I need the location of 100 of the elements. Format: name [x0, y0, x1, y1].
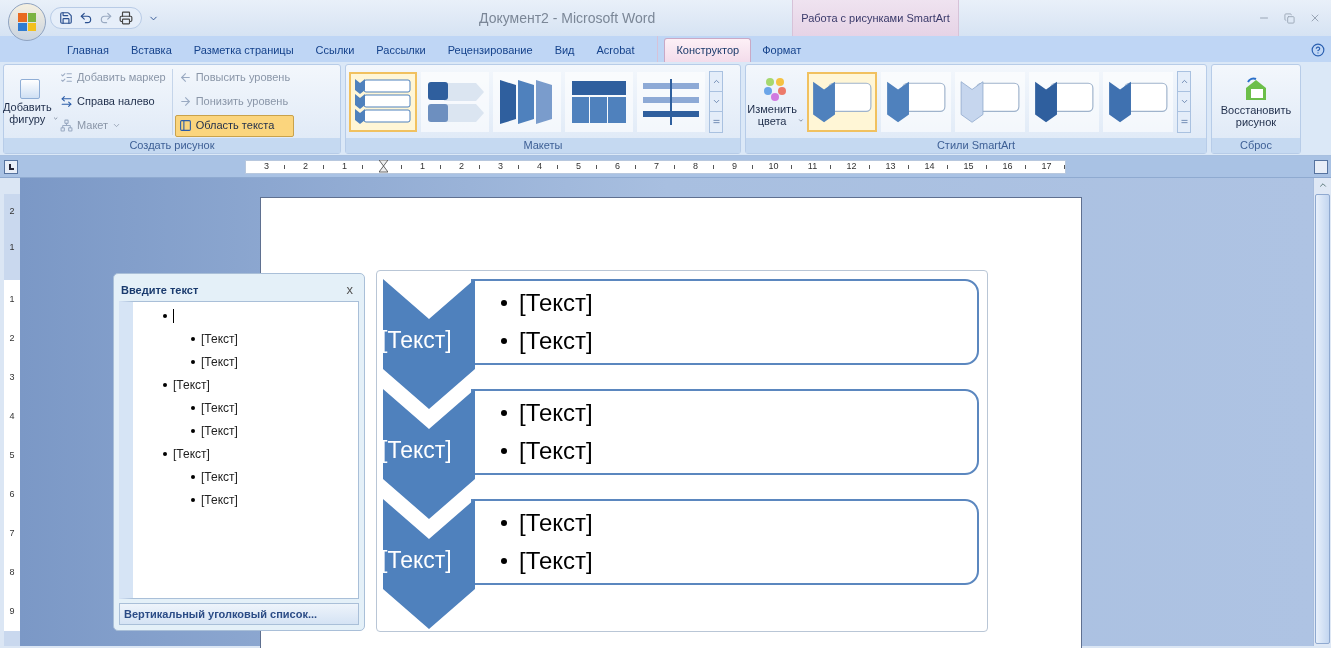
bullet-text: [Текст]: [501, 394, 977, 432]
gallery-item[interactable]: [807, 71, 877, 132]
text-pane-item[interactable]: [Текст]: [133, 419, 358, 442]
ruler-number: 2: [9, 205, 15, 219]
ruler-number: 5: [576, 159, 581, 173]
group-label: Создать рисунок: [4, 138, 340, 153]
gallery-scrollbar[interactable]: [1177, 70, 1191, 133]
text-pane-item[interactable]: [Текст]: [133, 465, 358, 488]
gallery-item[interactable]: [493, 71, 561, 132]
ribbon-tab[interactable]: Формат: [751, 38, 813, 62]
scroll-up-icon[interactable]: [1317, 180, 1328, 190]
text-pane-item[interactable]: [Текст]: [133, 396, 358, 419]
ruler-number: 13: [885, 159, 896, 173]
style-thumbnail-icon: [958, 79, 1022, 124]
layout-thumbnail-icon: [640, 76, 702, 127]
gallery-item[interactable]: [1103, 71, 1173, 132]
ruler-number: 1: [9, 292, 15, 306]
print-icon[interactable]: [119, 11, 133, 25]
gallery-item[interactable]: [637, 71, 705, 132]
ruler-number: 2: [9, 331, 15, 345]
caret-icon: [112, 121, 122, 130]
ribbon-tab[interactable]: Рассылки: [365, 38, 437, 62]
change-colors-button[interactable]: Изменить цвета: [746, 76, 804, 127]
arrow-right-icon: [178, 95, 192, 108]
arrow-left-icon: [178, 71, 192, 84]
bullet-text: [Текст]: [501, 284, 977, 322]
ruler-number: 7: [654, 159, 659, 173]
ribbon-tab[interactable]: Рецензирование: [436, 38, 544, 62]
gallery-scrollbar[interactable]: [709, 70, 723, 133]
text-pane-editor[interactable]: [Текст] [Текст] [Текст] [Текст] [Текст] [Текст] [Текст] [Текст]: [119, 301, 359, 599]
ruler-number: 7: [9, 526, 15, 540]
shape-icon: [20, 78, 40, 99]
gallery-item[interactable]: [1029, 71, 1099, 132]
bullet-text: [Текст]: [501, 432, 977, 470]
list-icon: [60, 71, 73, 84]
style-thumbnail-icon: [1106, 79, 1170, 124]
ruler-number: 8: [693, 159, 698, 173]
ruler-number: 9: [9, 604, 15, 618]
panel-icon: [178, 119, 192, 132]
style-thumbnail-icon: [810, 79, 874, 124]
tab-selector-icon[interactable]: [4, 159, 18, 174]
ribbon-tab[interactable]: Вид: [543, 38, 586, 62]
ruler-number: 14: [924, 159, 935, 173]
ribbon-tab[interactable]: Разметка страницы: [182, 38, 305, 62]
vertical-scrollbar[interactable]: [1313, 178, 1331, 646]
ribbon-command[interactable]: Область текста: [174, 114, 295, 137]
ruler-number: 1: [342, 159, 347, 173]
indent-marker-icon[interactable]: [379, 160, 388, 173]
style-thumbnail-icon: [884, 79, 948, 124]
ribbon-tab[interactable]: Acrobat: [585, 38, 646, 62]
ruler-number: 2: [459, 159, 464, 173]
hierarchy-icon: [60, 119, 73, 132]
ruler-number: 5: [9, 448, 15, 462]
text-pane-item[interactable]: [Текст]: [133, 350, 358, 373]
add-shape-button[interactable]: Добавить фигуру: [4, 78, 56, 125]
text-pane-item[interactable]: [Текст]: [133, 327, 358, 350]
view-ruler-icon[interactable]: [1314, 159, 1328, 174]
help-icon[interactable]: [1311, 43, 1325, 57]
text-pane-item[interactable]: [Текст]: [133, 373, 358, 396]
undo-icon[interactable]: [79, 11, 93, 25]
ribbon-command[interactable]: Справа налево: [56, 90, 170, 113]
ruler-number: 9: [732, 159, 737, 173]
ribbon-tab[interactable]: Главная: [56, 38, 120, 62]
text-pane-title: Введите текст: [121, 282, 199, 298]
scroll-down-icon[interactable]: [1179, 97, 1189, 106]
group-label: Стили SmartArt: [746, 138, 1206, 153]
group-label: Сброс: [1212, 138, 1300, 153]
close-button[interactable]: x: [342, 280, 357, 300]
gallery-item[interactable]: [421, 71, 489, 132]
ribbon-tab[interactable]: Вставка: [119, 38, 183, 62]
layout-name-link[interactable]: Вертикальный уголковый список...: [119, 603, 359, 625]
arrows-icon: [60, 95, 73, 108]
ruler-number: 6: [615, 159, 620, 173]
text-pane-item[interactable]: [Текст]: [133, 442, 358, 465]
ruler-number: 2: [303, 159, 308, 173]
ruler-number: 4: [537, 159, 542, 173]
ruler-number: 3: [264, 159, 269, 173]
ruler-number: 1: [420, 159, 425, 173]
text-pane-item[interactable]: [Текст]: [133, 488, 358, 511]
ruler-number: 3: [498, 159, 503, 173]
ruler-number: 12: [846, 159, 857, 173]
redo-icon[interactable]: [99, 11, 113, 25]
ruler-number: 11: [807, 159, 818, 173]
chevron-label: [Текст]: [381, 546, 452, 575]
gallery-item[interactable]: [881, 71, 951, 132]
ribbon-tab[interactable]: Ссылки: [304, 38, 366, 62]
ruler-number: 6: [9, 487, 15, 501]
group-label: Макеты: [346, 138, 740, 153]
ribbon-tab[interactable]: Конструктор: [664, 38, 752, 62]
reset-graphic-button[interactable]: Восстановить рисунок: [1212, 75, 1300, 128]
gallery-item[interactable]: [565, 71, 633, 132]
ruler-number: 4: [9, 409, 15, 423]
ruler-number: 16: [1002, 159, 1013, 173]
context-title: Работа с рисунками SmartArt: [792, 0, 959, 36]
gallery-item[interactable]: [349, 71, 417, 132]
scroll-down-icon[interactable]: [711, 97, 721, 106]
ruler-number: 1: [9, 241, 15, 255]
bullet-text: [Текст]: [501, 322, 977, 360]
save-icon[interactable]: [59, 11, 73, 25]
close-icon[interactable]: [1309, 12, 1321, 24]
